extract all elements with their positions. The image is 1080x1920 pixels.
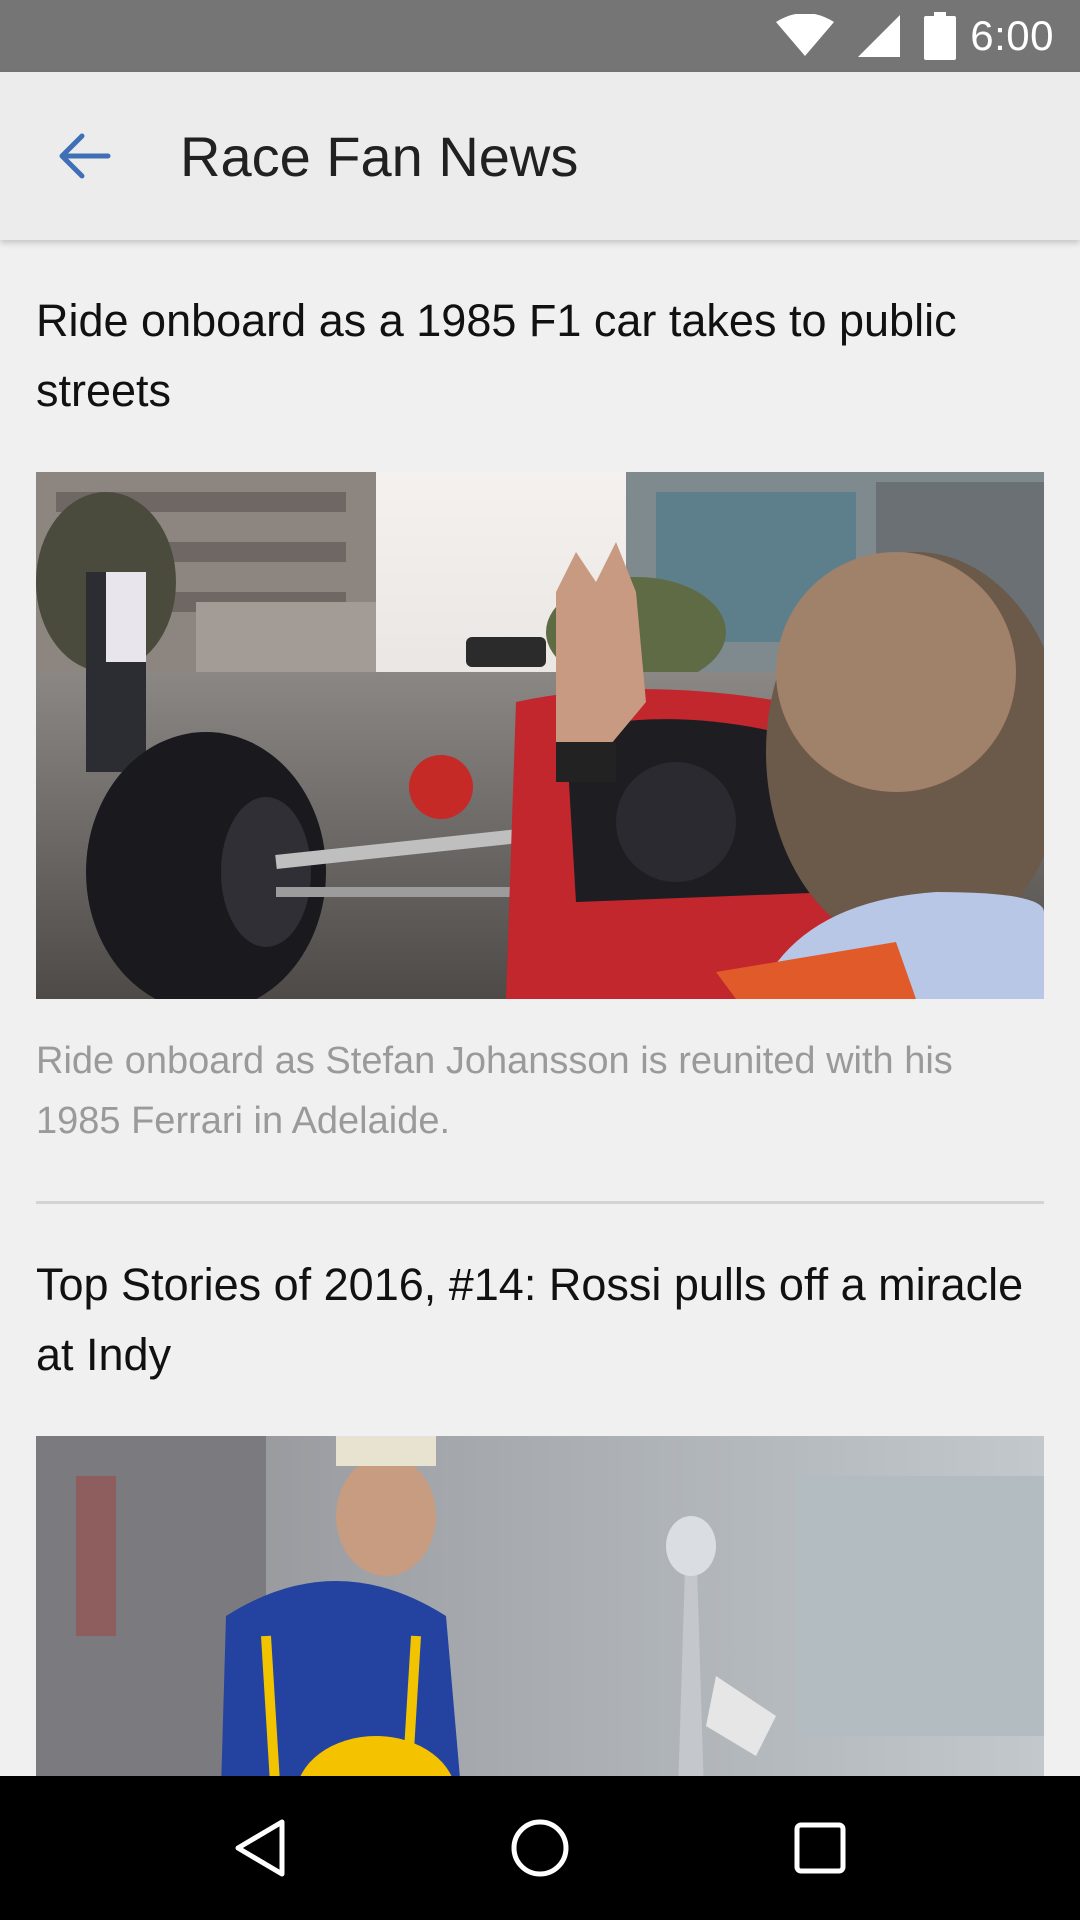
app-bar: Race Fan News (0, 72, 1080, 240)
status-bar: 6:00 (0, 0, 1080, 72)
back-triangle-icon (235, 1819, 285, 1877)
nav-back-button[interactable] (205, 1793, 315, 1903)
nav-home-button[interactable] (485, 1793, 595, 1903)
battery-icon (924, 12, 957, 60)
article-summary: Ride onboard as Stefan Johansson is reun… (36, 1040, 953, 1142)
article-image[interactable] (36, 472, 1044, 999)
page-title: Race Fan News (180, 124, 579, 188)
wifi-icon (776, 14, 835, 56)
nav-recents-button[interactable] (765, 1793, 875, 1903)
cell-signal-icon (858, 15, 901, 57)
status-time: 6:00 (970, 12, 1054, 59)
recents-square-icon (794, 1822, 846, 1874)
news-feed[interactable]: Ride onboard as a 1985 F1 car takes to p… (0, 240, 1080, 1776)
article-image[interactable] (36, 1436, 1044, 1776)
back-button[interactable] (36, 108, 132, 204)
article-title[interactable]: Top Stories of 2016, #14: Rossi pulls of… (36, 1204, 1044, 1390)
article-card[interactable]: Top Stories of 2016, #14: Rossi pulls of… (0, 1204, 1080, 1776)
navigation-bar (0, 1776, 1080, 1920)
status-icons (776, 12, 957, 60)
article-title[interactable]: Ride onboard as a 1985 F1 car takes to p… (36, 240, 1044, 426)
home-circle-icon (511, 1819, 569, 1877)
arrow-back-icon (59, 133, 111, 179)
article-card[interactable]: Ride onboard as a 1985 F1 car takes to p… (0, 240, 1080, 1151)
